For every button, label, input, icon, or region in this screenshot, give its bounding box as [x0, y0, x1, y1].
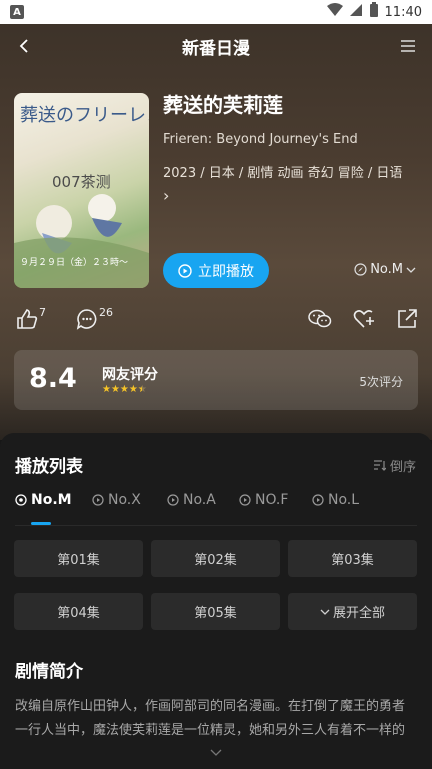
favorite-button[interactable]	[353, 308, 375, 330]
app-notification-icon: A	[10, 5, 24, 19]
sort-icon	[373, 460, 386, 471]
sort-label: 倒序	[389, 460, 416, 475]
like-count: 7	[39, 306, 46, 319]
synopsis-text: 改编自原作山田钟人，作画阿部司的同名漫画。在打倒了魔王的勇者 一行人当中，魔法使…	[15, 695, 419, 743]
source-select-value: No.M	[370, 262, 403, 277]
tab-source-no-x[interactable]: No.X	[92, 492, 141, 508]
rating-count: 5次评分	[359, 375, 403, 389]
play-circle-icon	[178, 263, 192, 278]
anime-tags[interactable]: 2023 / 日本 / 剧情 动画 奇幻 冒险 / 日语 ›	[163, 163, 425, 209]
active-tab-indicator	[31, 522, 51, 525]
menu-icon	[401, 40, 415, 52]
tab-source-no-f[interactable]: NO.F	[239, 492, 288, 508]
wifi-icon	[326, 3, 343, 21]
chevron-left-icon	[19, 39, 28, 53]
playlist-title: 播放列表	[15, 457, 83, 477]
anime-tags-text: 2023 / 日本 / 剧情 动画 奇幻 冒险 / 日语	[163, 166, 403, 181]
chevron-down-icon	[406, 267, 416, 273]
synopsis-title: 剧情简介	[15, 662, 83, 682]
poster-footer: ９月２９日（金）２３時～	[20, 258, 129, 268]
page-title: 新番日漫	[182, 38, 250, 59]
synopsis-line: 一行人当中，魔法使芙莉莲是一位精灵，她和另外三人有着不一样的	[15, 723, 406, 738]
play-now-button[interactable]: 立即播放	[163, 253, 269, 288]
play-circle-icon	[312, 494, 324, 506]
episode-button[interactable]: 第04集	[14, 593, 143, 630]
tab-label: No.A	[183, 492, 216, 508]
status-bar: A 11:40	[0, 0, 432, 24]
like-button[interactable]: 7	[16, 306, 46, 330]
comment-button[interactable]: 26	[76, 306, 113, 330]
clock: 11:40	[384, 4, 422, 20]
sort-button[interactable]: 倒序	[373, 456, 416, 475]
anime-title: 葬送的芙莉莲	[163, 93, 283, 117]
rating-stars: ★★★★★★	[102, 384, 147, 395]
menu-button[interactable]	[396, 34, 420, 58]
episode-button[interactable]: 第01集	[14, 540, 143, 577]
back-button[interactable]	[12, 34, 36, 58]
anime-original-title: Frieren: Beyond Journey's End	[163, 132, 358, 147]
episode-button[interactable]: 第05集	[151, 593, 280, 630]
action-row: 7 26	[14, 306, 418, 334]
play-circle-icon	[92, 494, 104, 506]
tab-label: NO.F	[255, 492, 289, 508]
wechat-share-button[interactable]	[308, 308, 332, 330]
play-circle-icon	[15, 494, 27, 506]
synopsis-line: 改编自原作山田钟人，作画阿部司的同名漫画。在打倒了魔王的勇者	[15, 699, 406, 714]
rating-label: 网友评分	[102, 367, 158, 383]
signal-icon	[349, 3, 363, 21]
share-icon	[398, 309, 417, 328]
anime-info: 葬送的芙莉莲 Frieren: Beyond Journey's End 202…	[163, 92, 425, 209]
expand-all-button[interactable]: 展开全部	[288, 593, 417, 630]
share-button[interactable]	[396, 308, 418, 330]
battery-icon	[369, 2, 379, 22]
compass-icon	[354, 263, 367, 276]
expand-all-label: 展开全部	[332, 606, 385, 621]
tab-label: No.L	[328, 492, 360, 508]
episode-button[interactable]: 第02集	[151, 540, 280, 577]
tab-source-no-l[interactable]: No.L	[312, 492, 359, 508]
wechat-icon	[308, 309, 332, 328]
rating-score: 8.4	[29, 363, 77, 394]
play-circle-icon	[167, 494, 179, 506]
comment-icon	[76, 309, 97, 330]
tags-more-icon[interactable]: ›	[163, 186, 169, 205]
top-nav: 新番日漫	[0, 24, 432, 68]
comment-count: 26	[99, 306, 113, 319]
chevron-down-icon	[320, 609, 330, 615]
expand-synopsis-icon[interactable]	[210, 749, 222, 757]
rating-card: 8.4 网友评分 ★★★★★★ 5次评分	[14, 350, 418, 410]
playlist-sheet: 播放列表 倒序 No.M No.X No.A NO.F No.L 第01集 第0…	[0, 433, 432, 769]
thumbs-up-icon	[17, 309, 38, 329]
poster-watermark: 007茶测	[52, 173, 111, 191]
tab-label: No.X	[108, 492, 141, 508]
tab-source-no-m[interactable]: No.M	[15, 492, 72, 508]
episode-button[interactable]: 第03集	[288, 540, 417, 577]
play-circle-icon	[239, 494, 251, 506]
tab-source-no-a[interactable]: No.A	[167, 492, 216, 508]
play-now-label: 立即播放	[198, 263, 254, 280]
source-select[interactable]: No.M	[354, 262, 416, 277]
poster-image[interactable]: 葬送のフリーレン 007茶测 ９月２９日（金）２３時～	[14, 93, 149, 288]
heart-plus-icon	[353, 310, 374, 328]
source-tabs: No.M No.X No.A NO.F No.L	[15, 492, 417, 526]
tab-label: No.M	[31, 492, 72, 508]
